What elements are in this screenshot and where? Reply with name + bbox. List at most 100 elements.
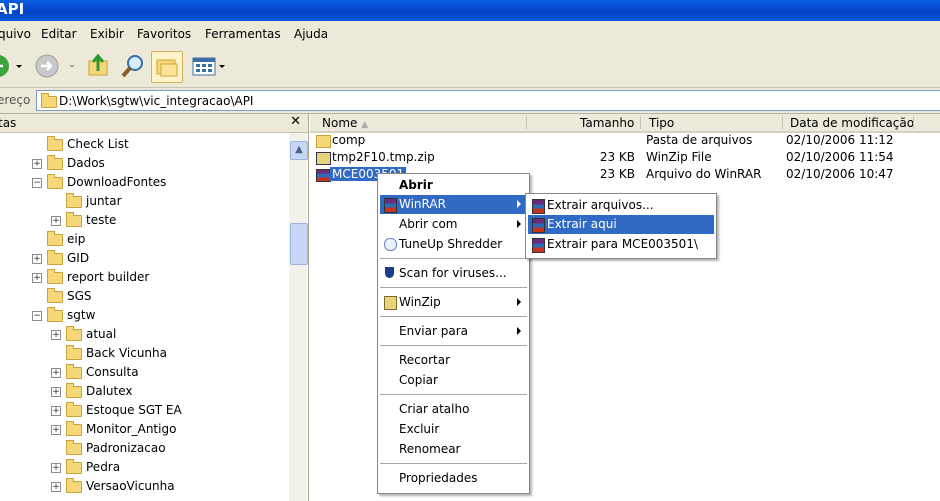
menu-item-rename[interactable]: Renomear [380, 440, 527, 459]
menu-item-cut[interactable]: Recortar [380, 351, 527, 370]
views-button[interactable] [190, 51, 230, 81]
folder-icon [66, 383, 82, 398]
tree-node[interactable]: SGS [47, 287, 289, 306]
tree-node[interactable]: + teste [51, 211, 289, 230]
folder-icon [41, 93, 57, 108]
tree-scrollbar[interactable]: ▲ [289, 133, 308, 501]
column-date[interactable]: Data de modificação [790, 116, 914, 130]
folder-icon [47, 307, 63, 322]
expand-icon[interactable]: + [51, 406, 61, 416]
folder-icon [47, 231, 63, 246]
back-dropdown[interactable] [14, 51, 24, 81]
collapse-icon[interactable]: − [32, 311, 42, 321]
close-icon[interactable]: ✕ [290, 114, 301, 129]
menu-ajuda[interactable]: Ajuda [294, 27, 328, 41]
menu-arquivo[interactable]: quivo [0, 27, 31, 41]
tree-node-label: Pedra [86, 460, 121, 474]
column-size[interactable]: Tamanho [580, 116, 634, 130]
folder-icon [66, 345, 82, 360]
dropdown-arrow-icon [16, 65, 22, 68]
column-name[interactable]: Nome ▲ [322, 116, 368, 130]
folder-icon [66, 326, 82, 341]
tree-node[interactable]: + Dados [32, 154, 289, 173]
file-size: 23 KB [599, 150, 635, 164]
collapse-icon[interactable]: − [32, 178, 42, 188]
menu-item-properties[interactable]: Propriedades [380, 469, 527, 488]
tree-node[interactable]: − sgtw [32, 306, 289, 325]
menu-item-send-to[interactable]: Enviar para [380, 322, 527, 341]
menu-item-open[interactable]: Abrir [380, 176, 527, 195]
forward-dropdown[interactable] [67, 51, 77, 81]
tree-node-label: report builder [67, 270, 150, 284]
tree-node-label: atual [86, 327, 117, 341]
folders-pane-title: tas [0, 116, 17, 130]
scroll-thumb[interactable] [290, 223, 308, 265]
expand-icon[interactable]: + [51, 330, 61, 340]
forward-button[interactable] [35, 51, 61, 81]
menu-item-scan[interactable]: Scan for viruses... [380, 264, 527, 283]
winrar-icon [532, 218, 545, 233]
tree-node[interactable]: + report builder [32, 268, 289, 287]
shield-icon [385, 267, 394, 278]
expand-icon[interactable]: + [51, 387, 61, 397]
winrar-icon [384, 198, 397, 213]
folder-icon [47, 174, 63, 189]
tree-node[interactable]: Padronizacao [66, 439, 289, 458]
back-button[interactable] [0, 51, 12, 81]
tree-node[interactable]: Back Vicunha [66, 344, 289, 363]
search-button[interactable] [118, 51, 148, 81]
menu-item-tuneup[interactable]: TuneUp Shredder [380, 235, 527, 254]
expand-icon[interactable]: + [32, 273, 42, 283]
menu-editar[interactable]: Editar [41, 27, 77, 41]
tree-node-label: VersaoVicunha [86, 479, 175, 493]
menu-item-create-shortcut[interactable]: Criar atalho [380, 400, 527, 419]
menu-item-winrar[interactable]: WinRAR [380, 195, 527, 214]
tree-node[interactable]: eip [47, 230, 289, 249]
menu-item-copy[interactable]: Copiar [380, 371, 527, 390]
expand-icon[interactable]: + [51, 368, 61, 378]
expand-icon[interactable]: + [51, 463, 61, 473]
tree-node[interactable]: + GID [32, 249, 289, 268]
expand-icon[interactable]: + [51, 482, 61, 492]
menu-item-extract-to[interactable]: Extrair para MCE003501\ [528, 235, 714, 254]
column-type[interactable]: Tipo [649, 116, 674, 130]
folder-icon [47, 250, 63, 265]
tree-node[interactable]: + atual [51, 325, 289, 344]
expand-icon[interactable]: + [32, 159, 42, 169]
folder-icon [66, 440, 82, 455]
expand-icon[interactable]: + [51, 425, 61, 435]
scroll-up-icon[interactable]: ▲ [290, 141, 308, 160]
tree-node[interactable]: + Monitor_Antigo [51, 420, 289, 439]
tree-node[interactable]: + Estoque SGT EA [51, 401, 289, 420]
submenu-arrow-icon [517, 327, 521, 335]
file-row[interactable]: tmp2F10.tmp.zip 23 KB WinZip File 02/10/200… [310, 149, 940, 166]
menu-item-winzip[interactable]: WinZip [380, 293, 527, 312]
menu-item-delete[interactable]: Excluir [380, 420, 527, 439]
tree-node[interactable]: Check List [47, 135, 289, 154]
folder-icon [66, 478, 82, 493]
menu-exibir[interactable]: Exibir [90, 27, 124, 41]
folder-icon [47, 288, 63, 303]
menu-item-open-with[interactable]: Abrir com [380, 215, 527, 234]
tree-node-label: sgtw [67, 308, 96, 322]
tree-node[interactable]: + Pedra [51, 458, 289, 477]
folders-icon [156, 59, 178, 77]
tree-node[interactable]: − DownloadFontes [32, 173, 289, 192]
expand-icon[interactable]: + [32, 254, 42, 264]
up-folder-button[interactable] [86, 51, 112, 81]
submenu-arrow-icon [517, 220, 521, 228]
tree-node[interactable]: juntar [66, 192, 289, 211]
expand-icon[interactable]: + [51, 216, 61, 226]
address-input[interactable]: D:\Work\sgtw\vic_integracao\API [36, 90, 940, 111]
menu-item-extract-files[interactable]: Extrair arquivos... [528, 196, 714, 215]
tree-node-label: Dados [67, 156, 105, 170]
menu-ferramentas[interactable]: Ferramentas [205, 27, 281, 41]
folders-button[interactable] [151, 51, 183, 83]
tree-node[interactable]: + Dalutex [51, 382, 289, 401]
menu-favoritos[interactable]: Favoritos [137, 27, 191, 41]
tree-node[interactable]: + Consulta [51, 363, 289, 382]
menu-item-extract-here[interactable]: Extrair aqui [528, 215, 714, 234]
tree-node[interactable]: + VersaoVicunha [51, 477, 289, 496]
tree-node-label: juntar [86, 194, 122, 208]
file-row[interactable]: comp Pasta de arquivos 02/10/2006 11:12 [310, 132, 940, 149]
